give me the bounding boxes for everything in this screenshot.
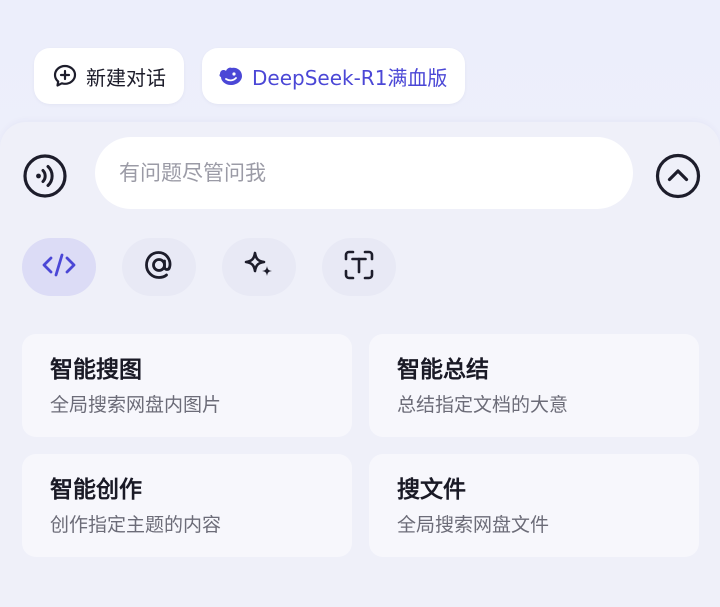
top-chip-row: 新建对话 DeepSeek-R1满血版	[34, 48, 466, 104]
at-icon	[142, 248, 176, 286]
text-scan-tool-button[interactable]	[322, 238, 396, 296]
card-subtitle: 创作指定主题的内容	[50, 514, 222, 536]
card-smart-image-search[interactable]: 智能搜图 全局搜索网盘内图片	[22, 334, 352, 437]
voice-icon	[22, 153, 68, 203]
voice-input-button[interactable]	[22, 153, 68, 203]
card-subtitle: 总结指定文档的大意	[397, 394, 569, 416]
collapse-button[interactable]	[655, 153, 701, 203]
whale-logo-icon	[218, 65, 244, 87]
card-title: 智能创作	[50, 477, 142, 503]
chevron-up-icon	[655, 153, 701, 203]
chat-plus-icon	[52, 63, 78, 89]
ai-assistant-panel: 新建对话 DeepSeek-R1满血版 有问题尽管问我 智能搜图 全局搜索网盘内…	[0, 0, 720, 607]
message-input[interactable]	[119, 161, 633, 185]
sparkle-icon	[241, 247, 277, 287]
card-title: 搜文件	[397, 477, 466, 503]
code-tool-button[interactable]	[22, 238, 96, 296]
magic-tool-button[interactable]	[222, 238, 296, 296]
card-title: 智能总结	[397, 357, 489, 383]
message-input-container[interactable]	[95, 137, 633, 209]
deepseek-label: DeepSeek-R1满血版	[252, 65, 448, 90]
card-smart-writing[interactable]: 智能创作 创作指定主题的内容	[22, 454, 352, 557]
code-icon	[41, 250, 77, 284]
card-file-search[interactable]: 搜文件 全局搜索网盘文件	[369, 454, 699, 557]
new-chat-button[interactable]: 新建对话	[34, 48, 184, 104]
deepseek-model-button[interactable]: DeepSeek-R1满血版	[202, 48, 466, 104]
text-scan-icon	[341, 247, 377, 287]
card-subtitle: 全局搜索网盘内图片	[50, 394, 222, 416]
new-chat-label: 新建对话	[86, 65, 166, 90]
card-subtitle: 全局搜索网盘文件	[397, 514, 550, 536]
card-smart-summary[interactable]: 智能总结 总结指定文档的大意	[369, 334, 699, 437]
mention-tool-button[interactable]	[122, 238, 196, 296]
tool-row	[22, 238, 396, 296]
card-title: 智能搜图	[50, 357, 142, 383]
quick-action-cards: 智能搜图 全局搜索网盘内图片 智能总结 总结指定文档的大意 智能创作 创作指定主…	[22, 334, 699, 557]
